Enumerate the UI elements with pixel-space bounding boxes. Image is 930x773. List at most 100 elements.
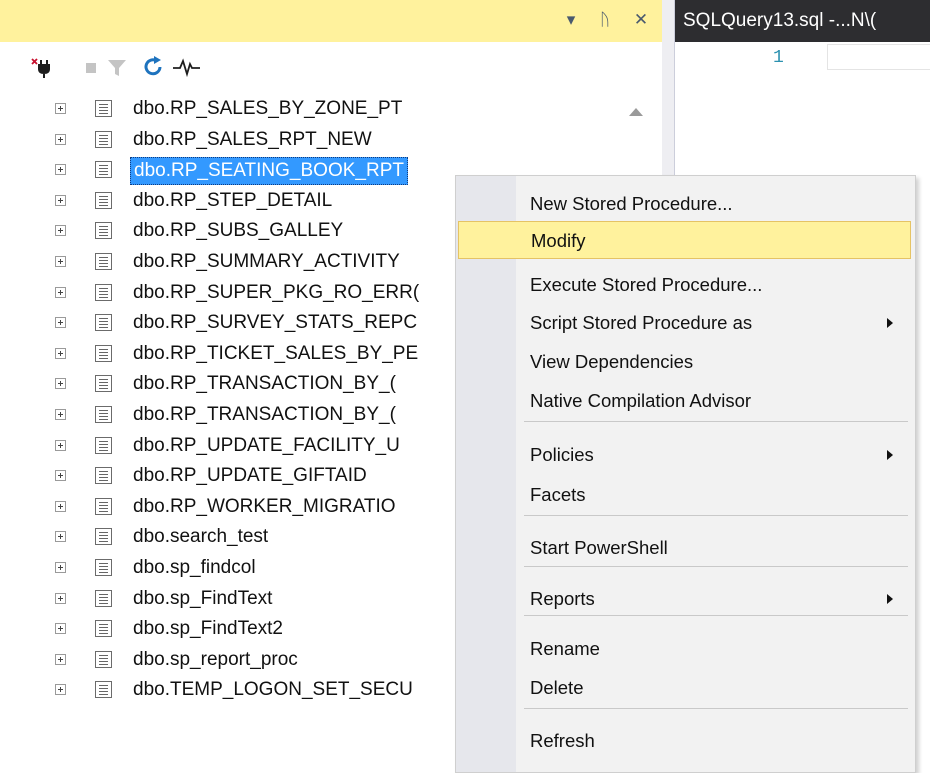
expand-icon[interactable] [55, 653, 66, 665]
tree-item-label: dbo.sp_FindText2 [133, 618, 283, 640]
expand-icon[interactable] [55, 531, 66, 543]
tree-item-label: dbo.RP_SEATING_BOOK_RPT [130, 157, 408, 186]
menu-item-new-stored-procedure[interactable]: New Stored Procedure... [458, 185, 911, 223]
stored-procedure-icon [95, 100, 112, 117]
stored-procedure-icon [95, 467, 112, 485]
stored-procedure-icon [95, 344, 112, 362]
stored-procedure-icon [95, 528, 112, 546]
line-number: 1 [773, 48, 784, 68]
menu-item-modify[interactable]: Modify [458, 221, 911, 259]
menu-item-label: Script Stored Procedure as [530, 312, 753, 333]
tree-item-label: dbo.RP_TRANSACTION_BY_( [133, 373, 396, 395]
menu-item-label: View Dependencies [530, 351, 694, 372]
menu-separator [524, 421, 908, 422]
expand-icon[interactable] [55, 225, 66, 237]
menu-item-label: Rename [530, 638, 600, 659]
expand-icon[interactable] [55, 378, 66, 390]
stored-procedure-icon [95, 130, 112, 148]
tree-item-label: dbo.RP_SALES_BY_ZONE_PT [133, 98, 403, 119]
disconnect-icon[interactable] [78, 54, 104, 80]
menu-item-label: New Stored Procedure... [530, 193, 733, 214]
tree-item-label: dbo.sp_findcol [133, 557, 256, 578]
activity-monitor-icon[interactable] [172, 54, 200, 80]
stored-procedure-icon [95, 406, 112, 423]
expand-icon[interactable] [55, 194, 66, 206]
window-position-dropdown-icon[interactable]: ▾ [560, 6, 582, 34]
menu-item-label: Native Compilation Advisor [530, 390, 752, 411]
menu-item-rename[interactable]: Rename [458, 630, 911, 668]
submenu-arrow-icon [887, 594, 893, 604]
tree-item-label: dbo.RP_TICKET_SALES_BY_PE [133, 342, 419, 364]
menu-item-facets[interactable]: Facets [458, 476, 911, 514]
scroll-up-arrow[interactable] [629, 108, 643, 116]
menu-separator [524, 708, 908, 709]
menu-item-script-stored-procedure-as[interactable]: Script Stored Procedure as [458, 304, 911, 342]
tree-item-label: dbo.RP_SUMMARY_ACTIVITY [133, 251, 400, 272]
menu-item-label: Delete [530, 677, 584, 698]
tree-item-label: dbo.sp_FindText [133, 587, 273, 609]
stored-procedure-icon [95, 497, 112, 515]
expand-icon[interactable] [55, 286, 66, 298]
tree-item[interactable]: dbo.RP_SALES_RPT_NEW [0, 125, 620, 155]
expand-icon[interactable] [55, 164, 66, 176]
filter-icon[interactable] [104, 54, 130, 80]
expand-icon[interactable] [55, 317, 66, 329]
close-icon[interactable]: ✕ [630, 6, 652, 34]
object-explorer-title-bar: ▾ ᚢ ✕ [0, 0, 662, 42]
tree-item-label: dbo.TEMP_LOGON_SET_SECU [133, 679, 413, 701]
expand-icon[interactable] [55, 470, 66, 482]
submenu-arrow-icon [887, 318, 893, 328]
menu-item-policies[interactable]: Policies [458, 436, 911, 474]
stored-procedure-icon [95, 253, 112, 270]
stored-procedure-icon [95, 375, 112, 393]
stored-procedure-icon [95, 161, 112, 179]
menu-item-label: Refresh [530, 730, 595, 751]
pin-icon[interactable]: ᚢ [594, 6, 616, 34]
tree-item-label: dbo.RP_UPDATE_FACILITY_U [133, 434, 400, 456]
menu-item-view-dependencies[interactable]: View Dependencies [458, 343, 911, 381]
expand-icon[interactable] [55, 103, 66, 114]
expand-icon[interactable] [55, 439, 66, 451]
editor-tab[interactable]: SQLQuery13.sql -...N\( [675, 0, 930, 42]
menu-item-label: Execute Stored Procedure... [530, 274, 763, 295]
context-menu: New Stored Procedure... Modify Execute Sto… [455, 175, 916, 773]
menu-item-execute-stored-procedure[interactable]: Execute Stored Procedure... [458, 266, 911, 304]
connect-icon[interactable] [30, 54, 56, 80]
expand-icon[interactable] [55, 409, 66, 420]
tree-item-label: dbo.RP_SUBS_GALLEY [133, 220, 344, 242]
tree-item-label: dbo.RP_SURVEY_STATS_REPC [133, 312, 418, 334]
tree-item[interactable]: dbo.RP_SALES_BY_ZONE_PT [0, 94, 620, 124]
editor-text-area[interactable] [827, 44, 930, 70]
expand-icon[interactable] [55, 256, 66, 267]
expand-icon[interactable] [55, 623, 66, 635]
menu-item-label: Policies [530, 444, 594, 465]
menu-item-native-compilation-advisor[interactable]: Native Compilation Advisor [458, 382, 911, 420]
menu-separator [524, 515, 908, 516]
expand-icon[interactable] [55, 347, 66, 359]
expand-icon[interactable] [55, 562, 66, 573]
expand-icon[interactable] [55, 133, 66, 145]
expand-icon[interactable] [55, 592, 66, 604]
menu-item-label: Facets [530, 484, 586, 505]
menu-item-refresh[interactable]: Refresh [458, 722, 911, 760]
stored-procedure-icon [95, 620, 112, 638]
tree-item-label: dbo.RP_WORKER_MIGRATIO [133, 495, 396, 517]
tree-item-label: dbo.search_test [133, 526, 269, 548]
menu-item-reports[interactable]: Reports [458, 580, 911, 618]
tree-item-label: dbo.RP_UPDATE_GIFTAID [133, 465, 367, 487]
menu-item-label: Reports [530, 588, 595, 609]
stored-procedure-icon [95, 436, 112, 454]
menu-separator [524, 566, 908, 567]
menu-item-delete[interactable]: Delete [458, 669, 911, 707]
stored-procedure-icon [95, 559, 112, 576]
menu-item-start-powershell[interactable]: Start PowerShell [458, 529, 911, 567]
expand-icon[interactable] [55, 500, 66, 512]
refresh-icon[interactable] [140, 54, 166, 80]
expand-icon[interactable] [55, 684, 66, 696]
menu-item-label: Modify [531, 230, 586, 251]
menu-separator [524, 615, 908, 616]
tree-item-label: dbo.RP_SALES_RPT_NEW [133, 128, 372, 150]
submenu-arrow-icon [887, 450, 893, 460]
tree-item-label: dbo.RP_TRANSACTION_BY_( [133, 404, 396, 425]
tree-item-label: dbo.RP_SUPER_PKG_RO_ERR( [133, 281, 420, 303]
